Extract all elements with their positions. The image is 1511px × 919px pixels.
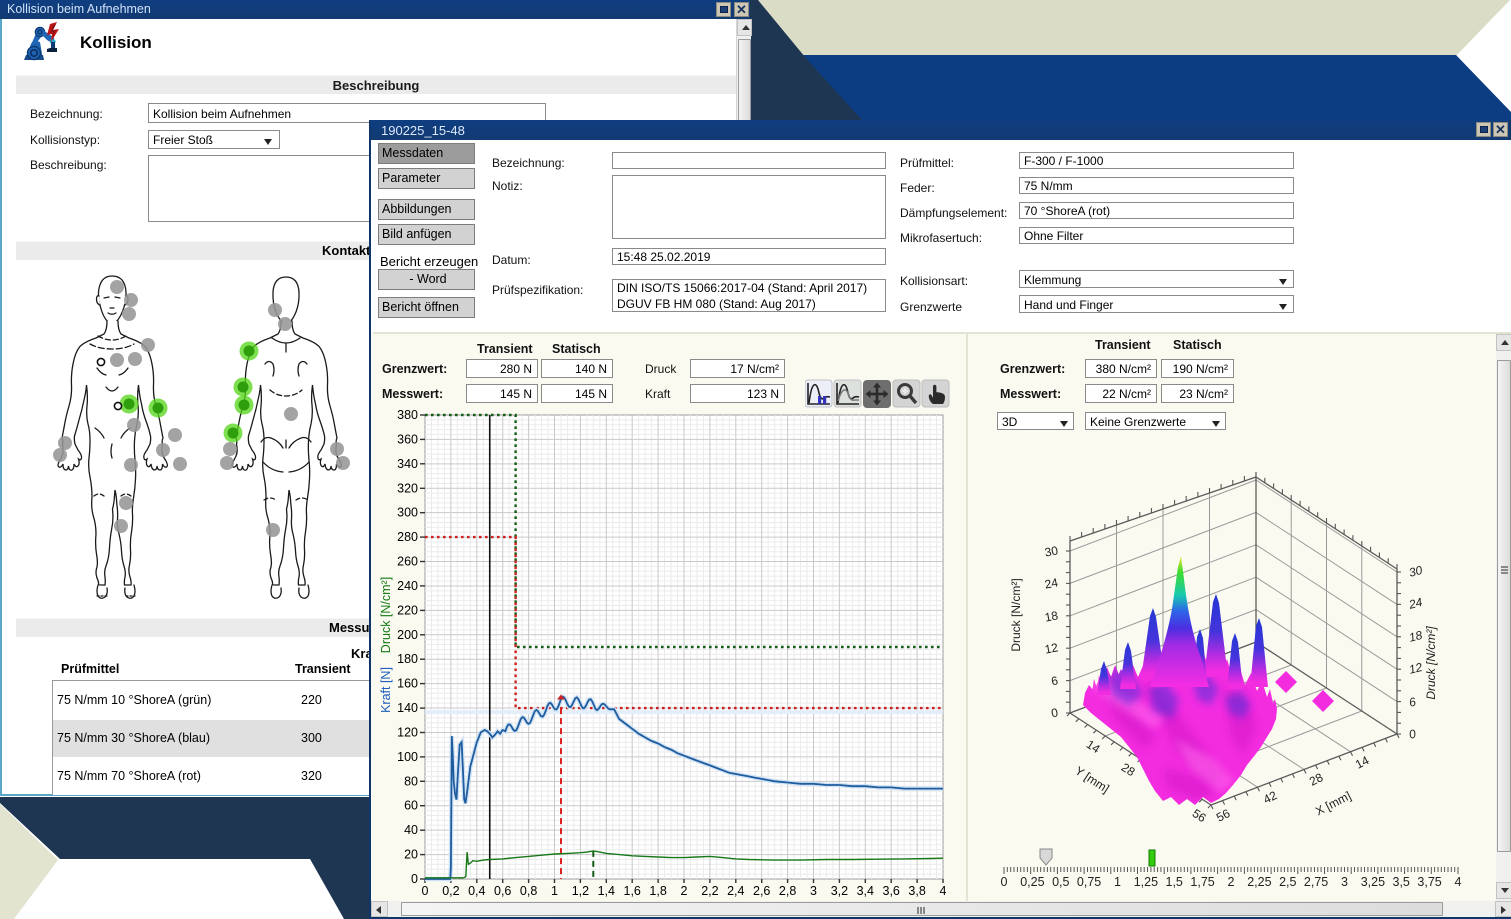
svg-text:100: 100: [397, 750, 418, 764]
svg-text:2: 2: [1228, 875, 1235, 889]
svg-text:120: 120: [397, 726, 418, 740]
svg-text:300: 300: [397, 506, 418, 520]
svg-text:0,8: 0,8: [520, 884, 537, 898]
svg-text:Y [mm]: Y [mm]: [1073, 763, 1112, 795]
svg-text:4: 4: [1455, 875, 1462, 889]
svg-text:0,75: 0,75: [1077, 875, 1101, 889]
svg-text:12: 12: [1044, 640, 1060, 656]
svg-text:2,25: 2,25: [1247, 875, 1271, 889]
svg-text:1,8: 1,8: [649, 884, 666, 898]
svg-text:1,6: 1,6: [624, 884, 641, 898]
svg-text:0: 0: [1001, 875, 1008, 889]
svg-text:240: 240: [397, 579, 418, 593]
svg-text:30: 30: [1407, 563, 1424, 580]
svg-text:1,4: 1,4: [598, 884, 615, 898]
svg-text:3,2: 3,2: [831, 884, 848, 898]
svg-text:60: 60: [404, 799, 418, 813]
svg-text:2,6: 2,6: [753, 884, 770, 898]
svg-text:1,2: 1,2: [572, 884, 589, 898]
svg-text:56: 56: [1214, 806, 1233, 825]
svg-text:1,5: 1,5: [1166, 875, 1183, 889]
svg-text:360: 360: [397, 432, 418, 446]
svg-text:280: 280: [397, 530, 418, 544]
svg-text:1,75: 1,75: [1190, 875, 1214, 889]
svg-text:260: 260: [397, 555, 418, 569]
svg-text:3,6: 3,6: [883, 884, 900, 898]
svg-text:160: 160: [397, 677, 418, 691]
svg-text:200: 200: [397, 628, 418, 642]
svg-text:0,25: 0,25: [1020, 875, 1044, 889]
svg-text:3: 3: [810, 884, 817, 898]
svg-text:24: 24: [1044, 575, 1060, 591]
svg-text:Druck [N/cm²]: Druck [N/cm²]: [1009, 578, 1023, 651]
svg-text:220: 220: [397, 603, 418, 617]
svg-text:28: 28: [1307, 770, 1326, 789]
svg-text:30: 30: [1044, 543, 1060, 559]
svg-text:3,25: 3,25: [1361, 875, 1385, 889]
svg-text:14: 14: [1353, 753, 1372, 772]
svg-text:320: 320: [397, 481, 418, 495]
svg-text:6: 6: [1050, 673, 1059, 688]
svg-text:42: 42: [1261, 788, 1280, 807]
svg-text:0,6: 0,6: [494, 884, 511, 898]
svg-text:3,75: 3,75: [1417, 875, 1441, 889]
svg-text:Druck [N/cm²]: Druck [N/cm²]: [1424, 626, 1438, 700]
svg-text:Kraft [N]: Kraft [N]: [379, 667, 393, 713]
svg-text:40: 40: [404, 823, 418, 837]
svg-text:56: 56: [1190, 806, 1209, 825]
svg-text:6: 6: [1407, 694, 1417, 709]
svg-text:2,4: 2,4: [727, 884, 744, 898]
svg-text:2,2: 2,2: [701, 884, 718, 898]
svg-text:28: 28: [1119, 760, 1138, 779]
svg-text:3,5: 3,5: [1393, 875, 1410, 889]
svg-text:1: 1: [1114, 875, 1121, 889]
svg-text:3: 3: [1341, 875, 1348, 889]
svg-text:180: 180: [397, 652, 418, 666]
svg-text:14: 14: [1084, 737, 1103, 756]
svg-text:1: 1: [551, 884, 558, 898]
svg-text:0: 0: [1407, 726, 1417, 741]
svg-text:0: 0: [422, 884, 429, 898]
svg-text:0: 0: [1050, 705, 1059, 720]
svg-text:2,5: 2,5: [1279, 875, 1296, 889]
svg-text:2,8: 2,8: [779, 884, 796, 898]
svg-text:0,5: 0,5: [1052, 875, 1069, 889]
svg-text:3,8: 3,8: [908, 884, 925, 898]
svg-text:24: 24: [1406, 595, 1424, 612]
svg-text:4: 4: [940, 884, 947, 898]
svg-text:0: 0: [411, 872, 418, 886]
svg-text:Druck [N/cm²]: Druck [N/cm²]: [379, 577, 393, 653]
svg-text:340: 340: [397, 457, 418, 471]
svg-text:380: 380: [397, 408, 418, 422]
svg-text:0,4: 0,4: [468, 884, 485, 898]
svg-text:80: 80: [404, 774, 418, 788]
svg-text:2: 2: [681, 884, 688, 898]
svg-text:20: 20: [404, 848, 418, 862]
svg-text:140: 140: [397, 701, 418, 715]
svg-text:18: 18: [1407, 628, 1424, 645]
svg-text:12: 12: [1407, 660, 1424, 677]
svg-text:3,4: 3,4: [857, 884, 874, 898]
svg-text:0,2: 0,2: [442, 884, 459, 898]
svg-text:X [mm]: X [mm]: [1313, 789, 1353, 819]
svg-text:18: 18: [1044, 608, 1060, 624]
svg-text:1,25: 1,25: [1134, 875, 1158, 889]
svg-text:2,75: 2,75: [1304, 875, 1328, 889]
